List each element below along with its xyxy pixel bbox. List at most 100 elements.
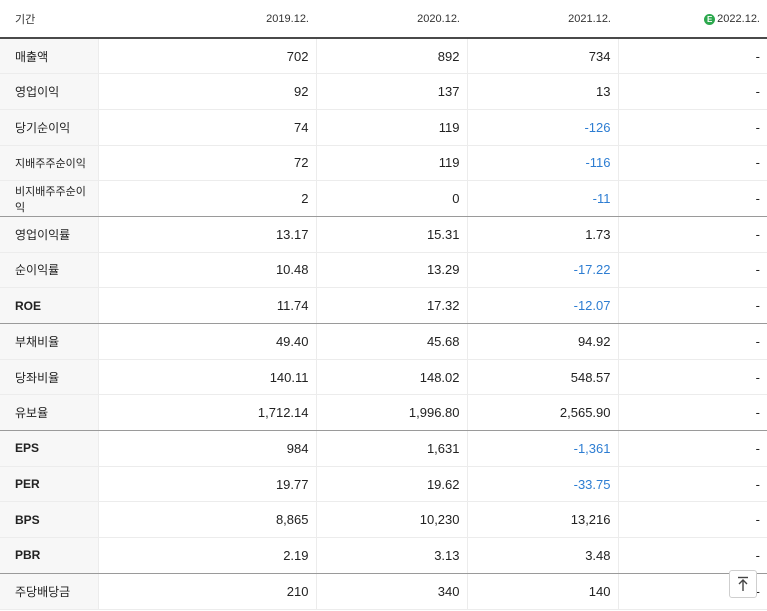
cell-value: 2 — [97, 180, 316, 217]
cell-value: - — [617, 430, 767, 467]
cell-value: 45.68 — [315, 323, 467, 360]
table-row: PBR 2.19 3.13 3.48 - — [0, 537, 767, 574]
cell-value: 1.73 — [466, 216, 618, 253]
table-row: 지배주주순이익 72 119 -116 - — [0, 145, 767, 182]
cell-value: 8,865 — [97, 501, 316, 539]
table-row: ROE 11.74 17.32 -12.07 - — [0, 287, 767, 324]
cell-value: - — [617, 145, 767, 182]
row-label: 매출액 — [0, 38, 98, 75]
row-label: 영업이익률 — [0, 216, 98, 253]
row-label: 순이익률 — [0, 252, 98, 289]
cell-value: 17.32 — [315, 287, 467, 324]
table-row: 영업이익률 13.17 15.31 1.73 - — [0, 216, 767, 253]
cell-value: - — [617, 323, 767, 360]
row-label: 영업이익 — [0, 73, 98, 110]
row-label: PER — [0, 466, 98, 503]
cell-value: 1,712.14 — [97, 394, 316, 432]
cell-value: -17.22 — [466, 252, 618, 289]
cell-value: 984 — [97, 430, 316, 467]
table-header-row: 기간 2019.12. 2020.12. 2021.12. E 2022.12. — [0, 0, 767, 39]
period-header: 기간 — [0, 0, 98, 39]
table-row: BPS 8,865 10,230 13,216 - — [0, 501, 767, 539]
row-label: 당좌비율 — [0, 359, 98, 396]
cell-value: -12.07 — [466, 287, 618, 324]
cell-value: -116 — [466, 145, 618, 182]
row-label: EPS — [0, 430, 98, 467]
cell-value: 19.77 — [97, 466, 316, 503]
cell-value: 94.92 — [466, 323, 618, 360]
table-row: 부채비율 49.40 45.68 94.92 - — [0, 323, 767, 360]
cell-value: 892 — [315, 38, 467, 75]
row-label: 당기순이익 — [0, 109, 98, 146]
table-row: 주당배당금 210 340 140 - — [0, 573, 767, 610]
cell-value: - — [617, 501, 767, 539]
cell-value: 119 — [315, 145, 467, 182]
cell-value: 92 — [97, 73, 316, 110]
table-row: 비지배주주순이익 2 0 -11 - — [0, 180, 767, 217]
cell-value: 548.57 — [466, 359, 618, 396]
cell-value: -126 — [466, 109, 618, 146]
cell-value: - — [617, 38, 767, 75]
row-label: ROE — [0, 287, 98, 324]
cell-value: 119 — [315, 109, 467, 146]
cell-value: 13,216 — [466, 501, 618, 539]
cell-value: 140.11 — [97, 359, 316, 396]
estimate-badge-icon: E — [704, 13, 716, 25]
cell-value: - — [617, 180, 767, 217]
cell-value: 10.48 — [97, 252, 316, 289]
table-row: 유보율 1,712.14 1,996.80 2,565.90 - — [0, 394, 767, 432]
row-label: 유보율 — [0, 394, 98, 432]
cell-value: -11 — [466, 180, 618, 217]
cell-value: - — [617, 287, 767, 324]
table-row: 매출액 702 892 734 - — [0, 38, 767, 75]
scroll-to-top-button[interactable] — [729, 570, 757, 598]
cell-value: - — [617, 252, 767, 289]
row-label: 지배주주순이익 — [0, 145, 98, 182]
cell-value: 734 — [466, 38, 618, 75]
cell-value: 2.19 — [97, 537, 316, 574]
cell-value: 210 — [97, 573, 316, 610]
cell-value: -33.75 — [466, 466, 618, 503]
cell-value: 74 — [97, 109, 316, 146]
cell-value: - — [617, 73, 767, 110]
cell-value: -1,361 — [466, 430, 618, 467]
year-header-2020: 2020.12. — [316, 0, 467, 39]
cell-value: 3.48 — [466, 537, 618, 574]
cell-value: - — [617, 394, 767, 432]
cell-value: - — [617, 537, 767, 574]
table-row: 순이익률 10.48 13.29 -17.22 - — [0, 252, 767, 289]
row-label: PBR — [0, 537, 98, 574]
year-header-2022-estimate: E 2022.12. — [618, 0, 767, 39]
row-label: 비지배주주순이익 — [0, 180, 98, 217]
cell-value: - — [617, 216, 767, 253]
cell-value: 49.40 — [97, 323, 316, 360]
cell-value: 702 — [97, 38, 316, 75]
cell-value: 1,631 — [315, 430, 467, 467]
cell-value: 0 — [315, 180, 467, 217]
cell-value: 11.74 — [97, 287, 316, 324]
cell-value: 140 — [466, 573, 618, 610]
cell-value: 19.62 — [315, 466, 467, 503]
arrow-up-to-top-icon — [738, 576, 748, 591]
cell-value: 13.17 — [97, 216, 316, 253]
cell-value: 15.31 — [315, 216, 467, 253]
cell-value: 2,565.90 — [466, 394, 618, 432]
cell-value: - — [617, 109, 767, 146]
cell-value: 3.13 — [315, 537, 467, 574]
row-label: 부채비율 — [0, 323, 98, 360]
table-row: 당기순이익 74 119 -126 - — [0, 109, 767, 146]
table-row: EPS 984 1,631 -1,361 - — [0, 430, 767, 467]
table-row: 당좌비율 140.11 148.02 548.57 - — [0, 359, 767, 396]
cell-value: - — [617, 359, 767, 396]
financial-summary-table: 기간 2019.12. 2020.12. 2021.12. E 2022.12. … — [0, 0, 767, 610]
table-row: 영업이익 92 137 13 - — [0, 73, 767, 110]
cell-value: 137 — [315, 73, 467, 110]
cell-value: - — [617, 466, 767, 503]
year-header-2021: 2021.12. — [467, 0, 618, 39]
cell-value: 340 — [315, 573, 467, 610]
table-row: PER 19.77 19.62 -33.75 - — [0, 466, 767, 503]
row-label: BPS — [0, 501, 98, 539]
cell-value: 10,230 — [315, 501, 467, 539]
year-header-2022-label: 2022.12. — [717, 12, 760, 25]
cell-value: 13 — [466, 73, 618, 110]
